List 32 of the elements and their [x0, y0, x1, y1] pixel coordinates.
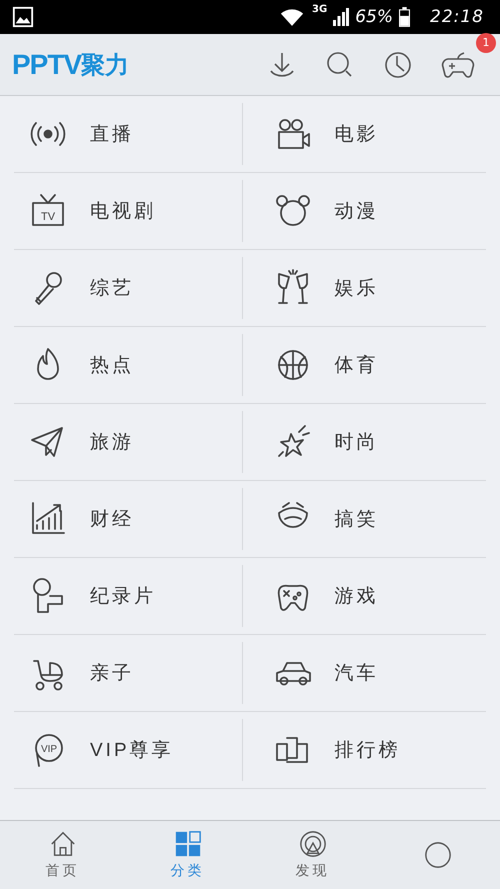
category-item[interactable]: 游戏: [242, 565, 486, 627]
category-item[interactable]: 娱乐: [242, 257, 486, 319]
category-item[interactable]: 电影: [242, 103, 486, 165]
radar-icon: [298, 830, 326, 858]
category-item[interactable]: 财经: [14, 488, 242, 550]
category-item[interactable]: 动漫: [242, 180, 486, 242]
app-logo: PPTV聚力: [12, 48, 130, 80]
category-item[interactable]: 时尚: [242, 411, 486, 473]
category-item[interactable]: 亲子: [14, 642, 242, 704]
category-item[interactable]: 综艺: [14, 257, 242, 319]
category-item[interactable]: 热点: [14, 334, 242, 396]
category-item[interactable]: 汽车: [242, 642, 486, 704]
notification-badge: 1: [476, 32, 496, 52]
battery-icon: [399, 7, 410, 27]
category-item[interactable]: 纪录片: [14, 565, 242, 627]
image-icon: [12, 6, 34, 28]
category-item[interactable]: 排行榜: [242, 719, 486, 781]
signal-icon: [333, 7, 350, 27]
home-icon: [48, 830, 76, 858]
nav-tab[interactable]: 首页: [0, 821, 125, 889]
category-item[interactable]: 旅游: [14, 411, 242, 473]
network-label: 3G: [312, 4, 328, 15]
category-item[interactable]: 搞笑: [242, 488, 486, 550]
category-item[interactable]: VIP VIP尊享: [14, 719, 242, 781]
grid-icon: [174, 830, 202, 858]
category-item[interactable]: TV 电视剧: [14, 180, 242, 242]
clock-time: 22:18: [430, 7, 484, 27]
battery-percent: 65%: [355, 7, 393, 27]
category-item[interactable]: 直播: [14, 103, 242, 165]
circle-icon: [424, 841, 452, 869]
category-item[interactable]: 体育: [242, 334, 486, 396]
nav-tab[interactable]: 发现: [250, 821, 375, 889]
